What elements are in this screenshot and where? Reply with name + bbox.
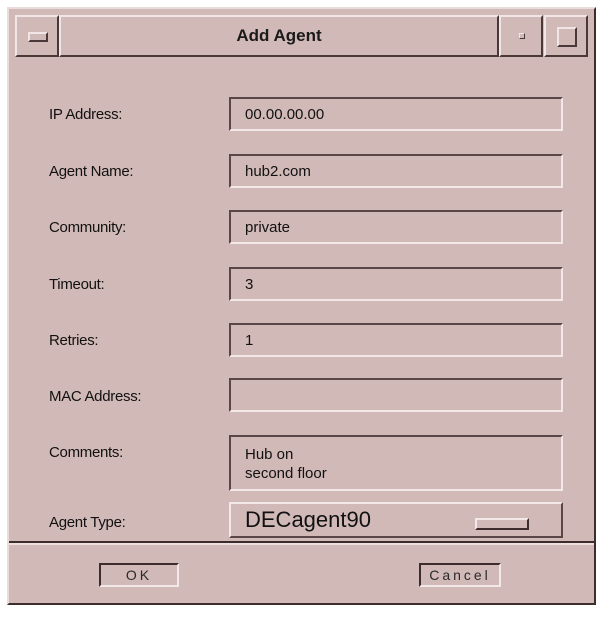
agent-type-label: Agent Type: [49,514,126,531]
comments-field[interactable]: Hub on second floor [229,435,563,491]
cancel-button[interactable]: Cancel [419,563,501,587]
window-title: Add Agent [59,15,499,57]
agent-type-option-menu[interactable]: DECagent90 [229,502,563,538]
ip-address-label: IP Address: [49,106,123,123]
comments-line-1: Hub on [245,446,294,463]
community-field[interactable]: private [229,210,563,244]
add-agent-dialog: Add Agent IP Address: 00.00.00.00 Agent … [7,7,596,605]
comments-label: Comments: [49,444,123,461]
mac-address-field[interactable] [229,378,563,412]
window-menu-icon [28,32,48,42]
retries-label: Retries: [49,332,99,349]
minimize-icon [519,33,525,39]
retries-field[interactable]: 1 [229,323,563,357]
option-menu-indicator-icon [475,518,529,530]
timeout-field[interactable]: 3 [229,267,563,301]
agent-type-value: DECagent90 [245,507,371,532]
button-area-divider-highlight [9,543,594,545]
timeout-label: Timeout: [49,276,105,293]
maximize-icon [557,27,577,47]
agent-name-field[interactable]: hub2.com [229,154,563,188]
window-menu-button[interactable] [15,15,59,57]
comments-line-2: second floor [245,465,327,482]
maximize-button[interactable] [544,15,588,57]
title-bar: Add Agent [15,15,588,57]
community-label: Community: [49,219,127,236]
minimize-button[interactable] [499,15,543,57]
ok-button[interactable]: OK [99,563,179,587]
mac-address-label: MAC Address: [49,388,142,405]
agent-name-label: Agent Name: [49,163,134,180]
ip-address-field[interactable]: 00.00.00.00 [229,97,563,131]
